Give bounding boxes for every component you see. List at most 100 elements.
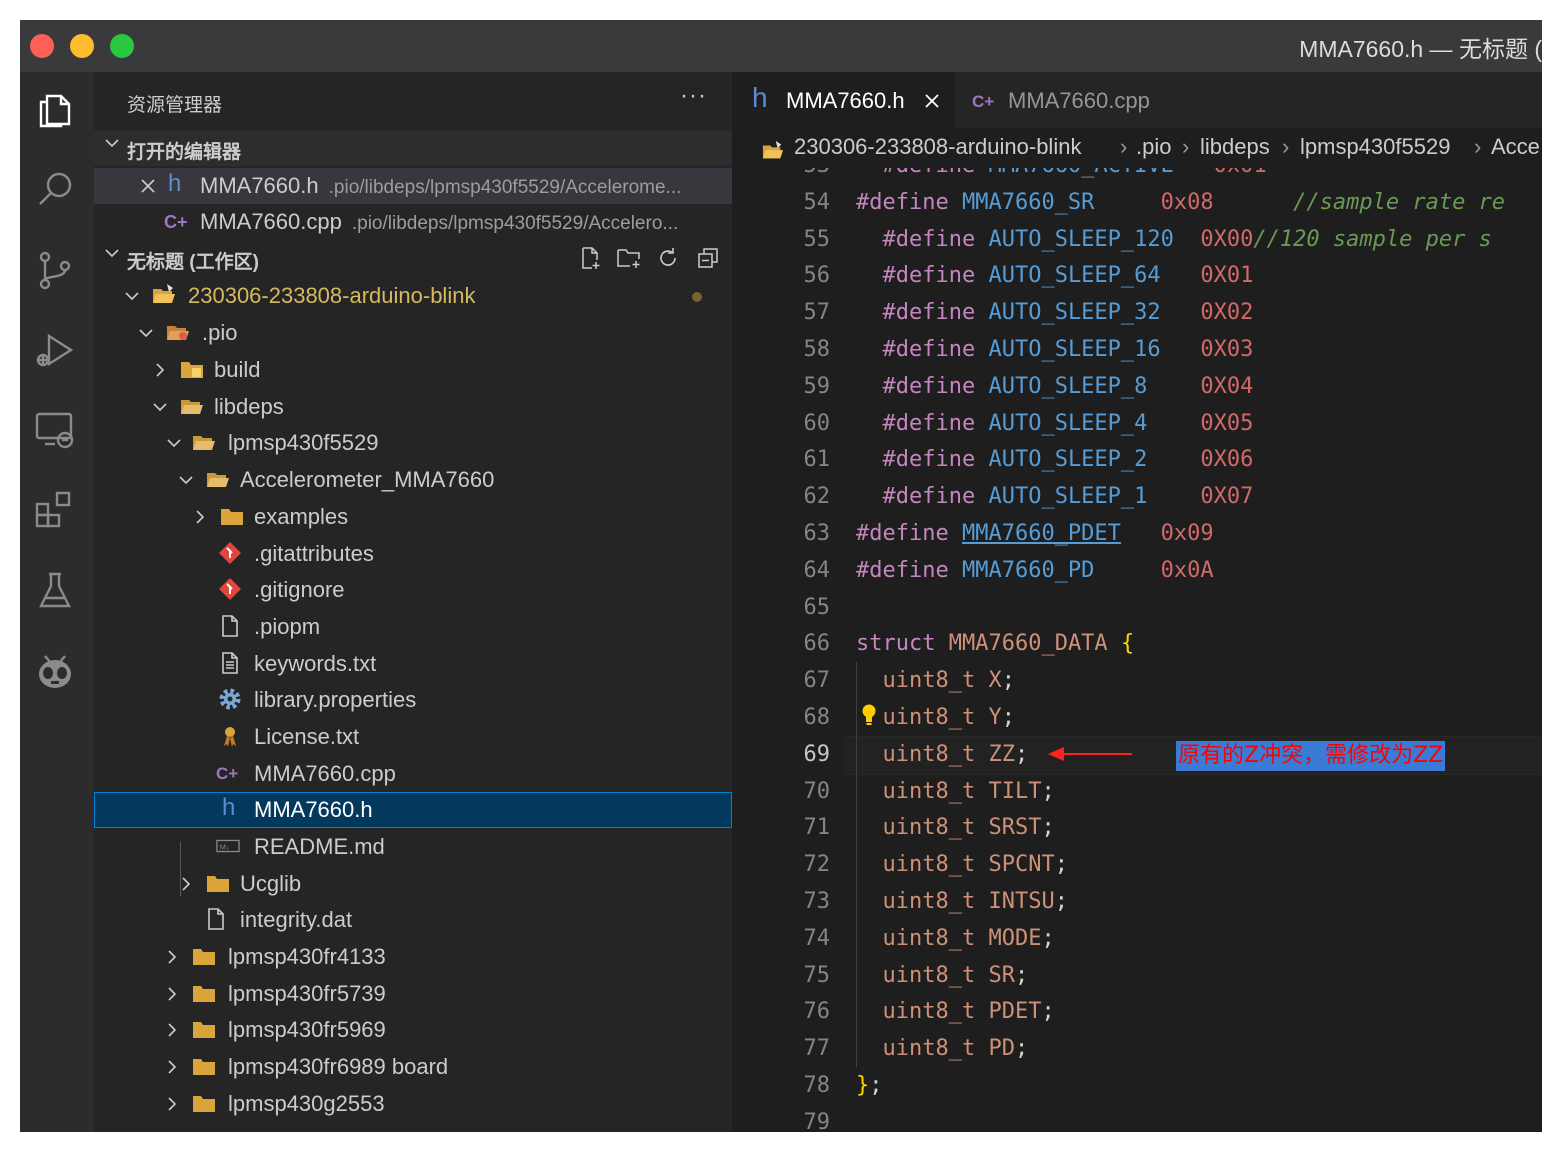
tree-item-folder[interactable]: libdeps (94, 389, 732, 425)
refresh-icon[interactable] (656, 246, 680, 270)
code-line[interactable]: 68 uint8_t Y; (732, 699, 1542, 736)
tree-item-label: 230306-233808-arduino-blink (188, 283, 476, 308)
annotation-note: 原有的Z冲突，需修改为ZZ (1176, 740, 1446, 771)
code-line[interactable]: 57 #define AUTO_SLEEP_32 0X02 (732, 294, 1542, 331)
chevron-down-icon (125, 292, 139, 301)
search-icon[interactable] (33, 168, 77, 212)
code-editor[interactable]: 53 #define MMA7660_ACTIVE 0x01 54 #define … (732, 168, 1542, 1132)
code-line[interactable]: 55 #define AUTO_SLEEP_120 0X00//120 samp… (732, 221, 1542, 258)
code-line[interactable]: 71 uint8_t SRST; (732, 809, 1542, 846)
code-text: #define MMA7660_PD 0x0A (856, 557, 1214, 583)
explorer-icon[interactable] (33, 88, 77, 132)
tree-item-folder[interactable]: 230306-233808-arduino-blink (94, 278, 732, 314)
platformio-icon[interactable] (33, 648, 77, 692)
folder-open-icon (153, 284, 175, 303)
tree-item-file[interactable]: keywords.txt (94, 646, 732, 682)
close-icon[interactable] (140, 178, 156, 194)
code-line[interactable]: 63 #define MMA7660_PDET 0x09 (732, 515, 1542, 552)
tree-item-folder[interactable]: lpmsp430fr6989 board (94, 1049, 732, 1085)
code-line[interactable]: 56 #define AUTO_SLEEP_64 0X01 (732, 257, 1542, 294)
tab-mma7660-cpp[interactable]: C+ MMA7660.cpp (954, 72, 1202, 128)
license-icon (224, 727, 236, 747)
open-editor-item[interactable]: C+ MMA7660.cpp .pio/libdeps/lpmsp430f5529… (94, 204, 732, 240)
code-line[interactable]: 54 #define MMA7660_SR 0x08 //sample rate … (732, 184, 1542, 221)
code-line[interactable]: 58 #define AUTO_SLEEP_16 0X03 (732, 331, 1542, 368)
code-line[interactable]: 67 uint8_t X; (732, 662, 1542, 699)
breadcrumb-item[interactable]: 230306-233808-arduino-blink (794, 134, 1081, 160)
code-line[interactable]: 70 uint8_t TILT; (732, 773, 1542, 810)
code-line[interactable]: 77 uint8_t PD; (732, 1030, 1542, 1067)
code-line[interactable]: 62 #define AUTO_SLEEP_1 0X07 (732, 478, 1542, 515)
line-number: 60 (803, 410, 831, 436)
tree-item-label: lpmsp430f5529 (228, 430, 379, 455)
workspace-section[interactable]: 无标题 (工作区) (94, 240, 732, 276)
folder-open-icon (193, 436, 215, 450)
tree-item-file[interactable]: M↓ README.md (94, 829, 732, 865)
remote-explorer-icon[interactable] (33, 408, 77, 452)
breadcrumb-item[interactable]: libdeps (1200, 134, 1270, 160)
code-text: #define MMA7660_PDET 0x09 (856, 521, 1214, 546)
code-line[interactable]: 59 #define AUTO_SLEEP_8 0X04 (732, 368, 1542, 405)
code-line[interactable]: 78}; (732, 1067, 1542, 1104)
folder-icon (193, 1022, 215, 1038)
tree-item-folder[interactable]: lpmsp430f5529 (94, 425, 732, 461)
breadcrumb-item[interactable]: Acce (1491, 134, 1540, 160)
source-control-icon[interactable] (33, 248, 77, 292)
tree-item-file[interactable]: integrity.dat (94, 902, 732, 938)
run-debug-icon[interactable] (33, 328, 77, 372)
more-actions-button[interactable]: ··· (680, 82, 707, 110)
code-line[interactable]: 76 uint8_t PDET; (732, 993, 1542, 1030)
tree-item-folder[interactable]: .pio (94, 315, 732, 351)
testing-icon[interactable] (33, 568, 77, 612)
close-icon[interactable] (924, 93, 940, 109)
tree-item-label: lpmsp430fr5969 (228, 1017, 386, 1042)
tab-mma7660-h[interactable]: h MMA7660.h (732, 72, 954, 128)
line-number: 76 (803, 999, 831, 1025)
collapse-all-icon[interactable] (696, 246, 720, 270)
tree-item-file[interactable]: .piopm (94, 609, 732, 645)
open-editors-section[interactable]: 打开的编辑器 (94, 130, 732, 166)
tree-item-folder[interactable]: lpmsp430g2553 (94, 1086, 732, 1122)
code-line[interactable]: 65 (732, 589, 1542, 626)
close-window-button[interactable] (30, 34, 54, 58)
tree-item-file[interactable]: .gitattributes (94, 536, 732, 572)
tree-item-file[interactable]: library.properties (94, 682, 732, 718)
new-folder-icon[interactable] (616, 246, 642, 270)
code-text: uint8_t PD; (882, 1036, 1029, 1062)
minimize-window-button[interactable] (70, 34, 94, 58)
tree-item-folder[interactable]: Ucglib (94, 866, 732, 902)
tree-item-folder[interactable]: build (94, 352, 732, 388)
folder-open-icon (207, 473, 229, 487)
code-line[interactable]: 74 uint8_t MODE; (732, 920, 1542, 957)
tree-item-file-selected[interactable]: h MMA7660.h (94, 792, 732, 828)
tree-item-file[interactable]: C+ MMA7660.cpp (94, 756, 732, 792)
code-line[interactable]: 79 (732, 1104, 1542, 1132)
tree-item-folder[interactable]: examples (94, 499, 732, 535)
breadcrumb-item[interactable]: .pio (1136, 134, 1171, 160)
folder-open-icon (181, 400, 203, 414)
tree-item-folder[interactable]: Accelerometer_MMA7660 (94, 462, 732, 498)
tree-item-folder[interactable]: lpmsp430fr5969 (94, 1012, 732, 1048)
new-file-icon[interactable] (578, 246, 602, 270)
tree-item-label: .gitattributes (254, 541, 374, 566)
code-line[interactable]: 75 uint8_t SR; (732, 957, 1542, 994)
code-line[interactable]: 66 struct MMA7660_DATA { (732, 625, 1542, 662)
tree-item-file[interactable]: License.txt (94, 719, 732, 755)
zoom-window-button[interactable] (110, 34, 134, 58)
code-line[interactable]: 73 uint8_t INTSU; (732, 883, 1542, 920)
code-line[interactable]: 53 #define MMA7660_ACTIVE 0x01 (732, 168, 1542, 184)
tree-item-folder[interactable]: lpmsp430fr5739 (94, 976, 732, 1012)
code-line[interactable]: 60 #define AUTO_SLEEP_4 0X05 (732, 405, 1542, 442)
tree-item-folder[interactable]: lpmsp430fr4133 (94, 939, 732, 975)
tree-item-file[interactable]: .gitignore (94, 572, 732, 608)
editor-tabs: h MMA7660.h C+ MMA7660.cpp (732, 72, 1542, 128)
line-number: 58 (803, 337, 831, 362)
extensions-icon[interactable] (33, 488, 77, 532)
breadcrumb-item[interactable]: lpmsp430f5529 (1300, 134, 1450, 160)
open-editor-item[interactable]: h MMA7660.h .pio/libdeps/lpmsp430f5529/Ac… (94, 168, 732, 204)
code-line[interactable]: 61 #define AUTO_SLEEP_2 0X06 (732, 441, 1542, 478)
lightbulb-icon[interactable] (860, 703, 878, 727)
open-editor-path: .pio/libdeps/lpmsp430f5529/Accelero... (351, 213, 679, 234)
code-line[interactable]: 72 uint8_t SPCNT; (732, 846, 1542, 883)
code-line[interactable]: 64 #define MMA7660_PD 0x0A (732, 552, 1542, 589)
